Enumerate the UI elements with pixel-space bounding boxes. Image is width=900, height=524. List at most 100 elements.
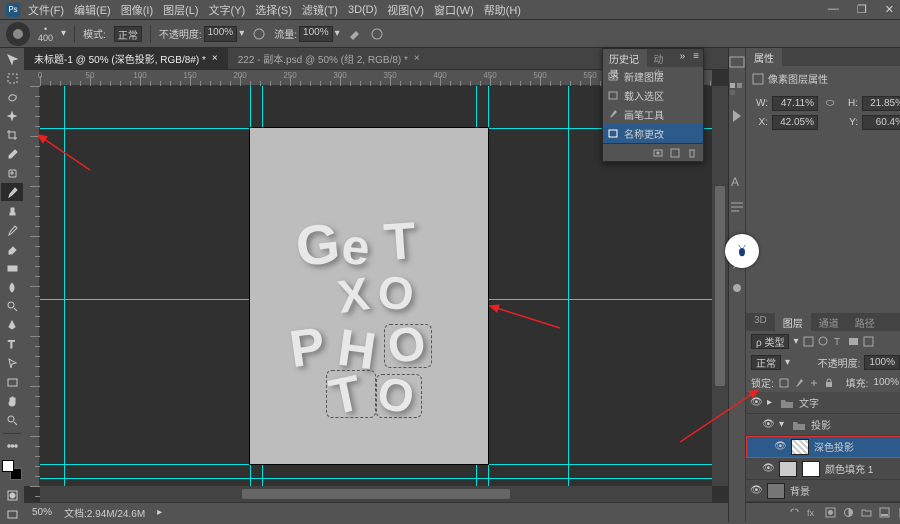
vertical-scrollbar[interactable] xyxy=(712,86,728,486)
horizontal-scrollbar[interactable] xyxy=(40,486,712,502)
hand-tool[interactable] xyxy=(1,392,23,410)
vertical-ruler[interactable] xyxy=(24,86,40,486)
menu-select[interactable]: 选择(S) xyxy=(255,2,292,18)
menu-type[interactable]: 文字(Y) xyxy=(209,2,246,18)
pressure-opacity-icon[interactable] xyxy=(252,27,266,41)
new-layer-icon[interactable] xyxy=(879,507,890,518)
panel-menu-icon[interactable]: ≡ xyxy=(689,49,703,67)
menu-edit[interactable]: 编辑(E) xyxy=(74,2,111,18)
lock-all-icon[interactable] xyxy=(824,378,834,388)
height-field[interactable]: 21.85% xyxy=(862,96,900,111)
zoom-level[interactable]: 50% xyxy=(32,507,52,518)
brush-tool[interactable] xyxy=(1,183,23,201)
dodge-tool[interactable] xyxy=(1,297,23,315)
tab-layers[interactable]: 图层 xyxy=(775,313,811,331)
fx-icon[interactable]: fx xyxy=(807,507,818,518)
filter-pixel-icon[interactable] xyxy=(803,336,814,347)
paragraph-panel-icon[interactable] xyxy=(729,200,745,216)
link-wh-icon[interactable]: ⬭ xyxy=(822,98,838,109)
type-tool[interactable]: T xyxy=(1,335,23,353)
close-icon[interactable]: × xyxy=(212,53,218,64)
tab-paths[interactable]: 路径 xyxy=(847,313,883,331)
menu-filter[interactable]: 滤镜(T) xyxy=(302,2,338,18)
mask-icon[interactable] xyxy=(825,507,836,518)
filter-adj-icon[interactable] xyxy=(818,336,829,347)
history-item[interactable]: 名称更改 xyxy=(603,124,703,143)
marquee-tool[interactable] xyxy=(1,69,23,87)
blur-tool[interactable] xyxy=(1,278,23,296)
blend-mode-dropdown[interactable]: 正常 xyxy=(751,355,781,370)
eye-icon[interactable]: 👁 xyxy=(750,397,762,408)
group-icon[interactable] xyxy=(861,507,872,518)
eraser-tool[interactable] xyxy=(1,240,23,258)
doc-tab-1[interactable]: 未标题-1 @ 50% (深色投影, RGB/8#) *× xyxy=(24,48,228,69)
layer-row[interactable]: 👁▾投影 xyxy=(746,414,900,436)
filter-kind-dropdown[interactable]: ρ 类型 xyxy=(751,334,789,349)
x-field[interactable]: 42.05% xyxy=(772,115,818,130)
brush-size-field[interactable]: •400 xyxy=(38,25,53,43)
menu-layer[interactable]: 图层(L) xyxy=(163,2,198,18)
crop-tool[interactable] xyxy=(1,126,23,144)
airbrush-icon[interactable] xyxy=(348,27,362,41)
window-close[interactable]: ✕ xyxy=(885,3,894,16)
screenmode-tool[interactable] xyxy=(1,505,23,523)
quickmask-tool[interactable] xyxy=(1,486,23,504)
shape-tool[interactable] xyxy=(1,373,23,391)
tab-3d[interactable]: 3D xyxy=(746,313,775,331)
eye-icon[interactable]: 👁 xyxy=(762,419,774,430)
link-layers-icon[interactable] xyxy=(789,507,800,518)
history-panel[interactable]: 历史记录 动作 » ≡ 新建图层 载入选区 画笔工具 名称更改 xyxy=(602,48,704,162)
tab-actions[interactable]: 动作 xyxy=(647,49,675,67)
doc-tab-2[interactable]: 222 - 副本.psd @ 50% (组 2, RGB/8) *× xyxy=(228,48,430,69)
trash-icon[interactable] xyxy=(687,148,697,158)
lock-paint-icon[interactable] xyxy=(794,378,804,388)
color-swatch[interactable] xyxy=(2,460,22,480)
close-icon[interactable]: × xyxy=(414,53,420,64)
filter-shape-icon[interactable] xyxy=(848,336,859,347)
layer-row[interactable]: 👁▸文字 xyxy=(746,392,900,414)
eyedropper-tool[interactable] xyxy=(1,145,23,163)
opacity-field[interactable]: 100% xyxy=(204,26,238,42)
history-brush-tool[interactable] xyxy=(1,221,23,239)
new-state-icon[interactable] xyxy=(670,148,680,158)
layer-row[interactable]: 👁背景 xyxy=(746,480,900,502)
menu-view[interactable]: 视图(V) xyxy=(387,2,424,18)
y-field[interactable]: 60.4% xyxy=(862,115,900,130)
pen-tool[interactable] xyxy=(1,316,23,334)
zoom-tool[interactable] xyxy=(1,411,23,429)
menu-3d[interactable]: 3D(D) xyxy=(348,4,377,16)
snapshot-icon[interactable] xyxy=(653,148,663,158)
menu-file[interactable]: 文件(F) xyxy=(28,2,64,18)
lasso-tool[interactable] xyxy=(1,88,23,106)
tab-history[interactable]: 历史记录 xyxy=(603,49,647,67)
menu-window[interactable]: 窗口(W) xyxy=(434,2,474,18)
stamp-tool[interactable] xyxy=(1,202,23,220)
lock-trans-icon[interactable] xyxy=(779,378,789,388)
layer-fill-field[interactable]: 100% xyxy=(873,377,899,388)
layer-opacity-field[interactable]: 100% xyxy=(864,355,900,370)
window-restore[interactable]: ❐ xyxy=(857,3,867,16)
pressure-size-icon[interactable] xyxy=(370,27,384,41)
layer-row-selected[interactable]: 👁深色投影 xyxy=(746,436,900,458)
brush-preview-icon[interactable] xyxy=(6,22,30,46)
menu-image[interactable]: 图像(I) xyxy=(121,2,153,18)
tab-channels[interactable]: 通道 xyxy=(811,313,847,331)
doc-info[interactable]: 文档:2.94M/24.6M xyxy=(64,505,145,520)
color-panel-icon[interactable] xyxy=(729,56,745,72)
collapse-icon[interactable]: » xyxy=(676,49,690,67)
eye-icon[interactable]: 👁 xyxy=(774,441,786,452)
history-item[interactable]: 画笔工具 xyxy=(603,105,703,124)
eye-icon[interactable]: 👁 xyxy=(750,485,762,496)
history-item[interactable]: 载入选区 xyxy=(603,86,703,105)
play-icon[interactable] xyxy=(729,108,745,124)
blend-mode-dropdown[interactable]: 正常 xyxy=(114,26,142,42)
brush-presets-icon[interactable] xyxy=(729,282,745,298)
edit-toolbar[interactable] xyxy=(1,437,23,455)
filter-smart-icon[interactable] xyxy=(863,336,874,347)
adjustment-icon[interactable] xyxy=(843,507,854,518)
flow-field[interactable]: 100% xyxy=(299,26,333,42)
lock-pos-icon[interactable] xyxy=(809,378,819,388)
swatches-panel-icon[interactable] xyxy=(729,82,745,98)
wand-tool[interactable] xyxy=(1,107,23,125)
gradient-tool[interactable] xyxy=(1,259,23,277)
